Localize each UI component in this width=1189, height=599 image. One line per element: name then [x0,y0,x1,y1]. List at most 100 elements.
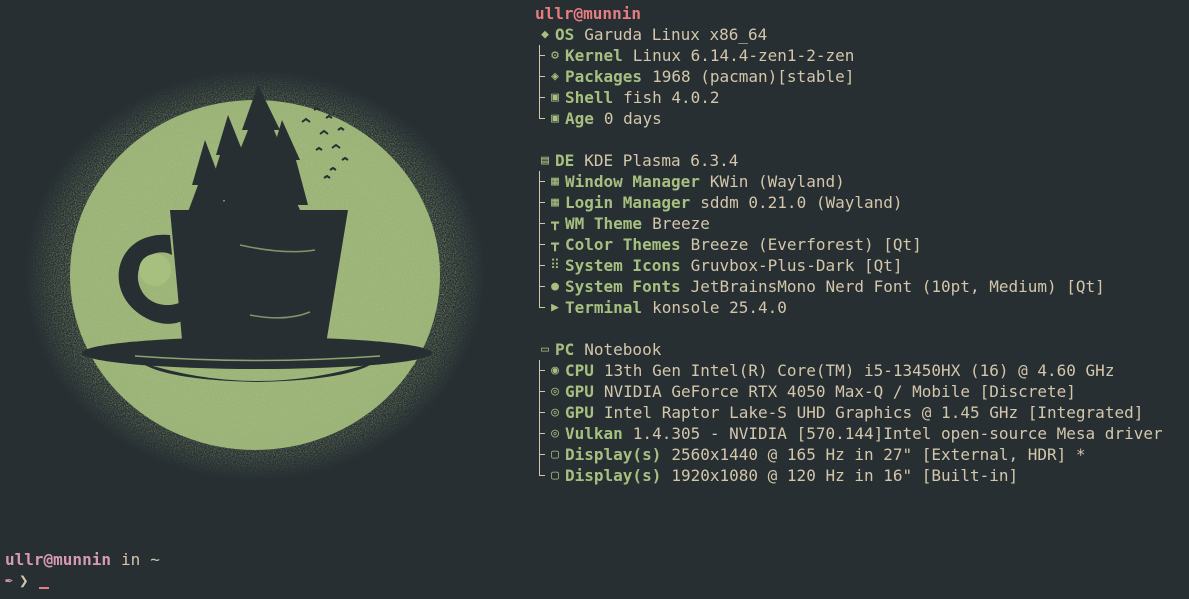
fetch-value: JetBrainsMono Nerd Font (10pt, Medium) [… [690,277,1105,296]
fetch-key: Shell [565,88,614,107]
fetch-value: KWin (Wayland) [709,172,845,191]
laptop-icon: ▭ [541,342,549,357]
chip-icon: ◎ [551,384,559,399]
fetch-row-de: ▤ DE KDE Plasma 6.3.4 [535,150,1189,171]
tree-branch [535,444,545,465]
fetch-key: PC [555,340,575,359]
cpu-icon: ◉ [551,363,559,378]
chip-icon: ◎ [551,426,559,441]
fetch-value: KDE Plasma 6.3.4 [584,151,739,170]
tree-branch [535,423,545,444]
fetch-row-login-manager: ▦ Login Manager sddm 0.21.0 (Wayland) [535,192,1189,213]
garuda-eagle-icon: ◆ [541,27,549,42]
prompt-path: ~ [150,550,160,569]
fetch-value: Garuda Linux x86_64 [584,25,768,44]
package-icon: ◈ [551,69,559,84]
fetch-key: CPU [565,361,594,380]
fetch-row-vulkan: ◎ Vulkan 1.4.305 - NVIDIA [570.144]Intel… [535,423,1189,444]
fetch-key: Packages [565,67,643,86]
prompt-in-label: in [120,550,141,569]
user-host-title: ullr@munnin [535,4,641,23]
text-cursor[interactable] [38,586,49,589]
tree-branch [535,213,545,234]
fetch-row-system-icons: ⠿ System Icons Gruvbox-Plus-Dark [Qt] [535,255,1189,276]
fetch-row-packages: ◈ Packages 1968 (pacman)[stable] [535,66,1189,87]
fetch-value: Gruvbox-Plus-Dark [Qt] [690,256,903,275]
fetch-row-display-builtin: ▢ Display(s) 1920x1080 @ 120 Hz in 16" [… [535,465,1189,486]
fetch-value: Breeze [652,214,710,233]
fetch-value: Notebook [584,340,662,359]
tree-branch [535,360,545,381]
fetch-value: 1968 (pacman)[stable] [652,67,855,86]
tree-branch [535,255,545,276]
fetch-key: Window Manager [565,172,700,191]
fetch-value: 1920x1080 @ 120 Hz in 16" [Built-in] [671,466,1019,485]
fetch-key: Login Manager [565,193,691,212]
fetch-row-shell: ▣ Shell fish 4.0.2 [535,87,1189,108]
prompt-input-line[interactable]: ✒ ❯ [5,570,160,591]
fetch-key: WM Theme [565,214,643,233]
feather-icon: ✒ [5,573,13,588]
fetch-value: NVIDIA GeForce RTX 4050 Max-Q / Mobile [… [603,382,1076,401]
tree-branch [535,66,545,87]
fetch-row-terminal: ▶ Terminal konsole 25.4.0 [535,297,1189,318]
tree-branch [535,402,545,423]
fetch-key: GPU [565,403,594,422]
fetch-key: Color Themes [565,235,681,254]
fetch-value: fish 4.0.2 [623,88,720,107]
prompt-arrow: ❯ [19,571,29,590]
fetch-row-system-fonts: ● System Fonts JetBrainsMono Nerd Font (… [535,276,1189,297]
fetch-value: Intel Raptor Lake-S UHD Graphics @ 1.45 … [603,403,1144,422]
fetch-key: GPU [565,382,594,401]
fetch-row-kernel: ⚙ Kernel Linux 6.14.4-zen1-2-zen [535,45,1189,66]
fetch-row-os: ◆ OS Garuda Linux x86_64 [535,24,1189,45]
fetch-key: Age [565,109,594,128]
tree-branch-end [535,297,545,318]
fetch-value: konsole 25.4.0 [652,298,787,317]
fetch-key: Display(s) [565,466,662,485]
tree-branch [535,171,545,192]
fetch-row-pc: ▭ PC Notebook [535,339,1189,360]
paint-roller-icon: ┳ [551,237,559,252]
fetch-value: 0 days [603,109,662,128]
prompt-info-line: ullr@munnin in ~ [5,549,160,570]
fetch-row-cpu: ◉ CPU 13th Gen Intel(R) Core(TM) i5-1345… [535,360,1189,381]
apple-icon: ● [551,279,559,294]
fetch-key: Vulkan [565,424,623,443]
gear-icon: ⚙ [551,48,559,63]
logo-art-teacup-forest [25,70,485,480]
fetch-value: 1.4.305 - NVIDIA [570.144]Intel open-sou… [632,424,1163,443]
fetch-value: 13th Gen Intel(R) Core(TM) i5-13450HX (1… [603,361,1115,380]
fetch-value: Linux 6.14.4-zen1-2-zen [632,46,855,65]
tree-branch-end [535,108,545,129]
fetch-row-age: ▣ Age 0 days [535,108,1189,129]
fetch-row-gpu-discrete: ◎ GPU NVIDIA GeForce RTX 4050 Max-Q / Mo… [535,381,1189,402]
fetch-row-gpu-integrated: ◎ GPU Intel Raptor Lake-S UHD Graphics @… [535,402,1189,423]
fetch-value: Breeze (Everforest) [Qt] [690,235,922,254]
fetch-title: ullr@munnin [535,3,1189,24]
tree-branch-end [535,465,545,486]
fetch-key: DE [555,151,575,170]
fetch-row-wm-theme: ┳ WM Theme Breeze [535,213,1189,234]
fetch-value: 2560x1440 @ 165 Hz in 27" [External, HDR… [671,445,1086,464]
shell-prompt[interactable]: ullr@munnin in ~ ✒ ❯ [5,549,160,591]
fetch-key: OS [555,25,575,44]
display-icon: ▢ [551,447,559,462]
fetch-row-window-manager: ▦ Window Manager KWin (Wayland) [535,171,1189,192]
fetch-value: sddm 0.21.0 (Wayland) [700,193,903,212]
fetch-row-color-themes: ┳ Color Themes Breeze (Everforest) [Qt] [535,234,1189,255]
paint-roller-icon: ┳ [551,216,559,231]
terminal-icon: ▶ [551,300,559,315]
tree-branch [535,381,545,402]
window-icon: ▤ [541,153,549,168]
fetch-key: Terminal [565,298,643,317]
display-icon: ▢ [551,468,559,483]
fetch-key: System Fonts [565,277,681,296]
grid-icon: ⠿ [550,258,560,273]
fetch-key: Display(s) [565,445,662,464]
tree-branch [535,234,545,255]
monitor-icon: ▦ [551,174,559,189]
fetch-info-panel: ullr@munnin ◆ OS Garuda Linux x86_64 ⚙ K… [535,3,1189,486]
monitor-icon: ▦ [551,195,559,210]
chip-icon: ◎ [551,405,559,420]
